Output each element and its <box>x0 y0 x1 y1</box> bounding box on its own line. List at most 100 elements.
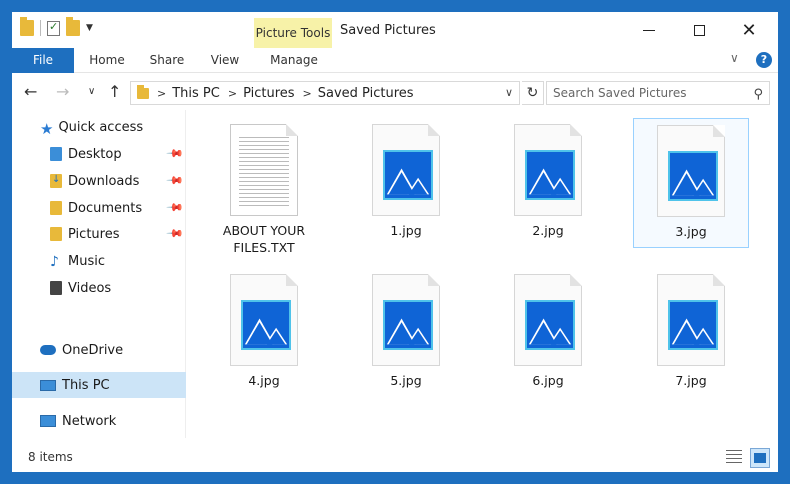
pin-icon[interactable]: 📌 <box>166 171 185 190</box>
toolbar-divider <box>40 20 41 36</box>
sidebar-item-videos[interactable]: Videos <box>12 275 186 301</box>
folder-icon <box>137 84 149 99</box>
picture-tools-contextual-tab: Picture Tools <box>254 18 332 48</box>
sidebar-item-label: Music <box>68 253 105 269</box>
search-placeholder: Search Saved Pictures <box>553 86 687 100</box>
pin-icon[interactable]: 📌 <box>166 144 185 163</box>
sidebar-item-label: Desktop <box>68 146 122 162</box>
forward-arrow-icon[interactable]: → <box>56 82 69 101</box>
image-file-icon <box>230 274 298 366</box>
file-name: ABOUT YOUR FILES.TXT <box>222 223 306 255</box>
properties-icon[interactable] <box>47 20 60 36</box>
sidebar-item-label: Downloads <box>68 173 140 189</box>
maximize-button[interactable] <box>676 18 722 42</box>
sidebar-item-music[interactable]: ♪ Music <box>12 248 186 274</box>
sidebar-item-onedrive[interactable]: OneDrive <box>12 337 186 363</box>
network-icon <box>40 415 56 427</box>
videos-folder-icon <box>50 281 62 295</box>
minimize-button[interactable] <box>626 18 672 42</box>
file-item-5-jpg[interactable]: 5.jpg <box>348 274 464 389</box>
tab-share[interactable]: Share <box>142 48 192 73</box>
address-history-chevron-down-icon[interactable]: ∨ <box>505 86 513 99</box>
sidebar-item-label: OneDrive <box>62 342 124 358</box>
breadcrumb-saved-pictures[interactable]: Saved Pictures <box>318 86 414 101</box>
tab-file[interactable]: File <box>12 48 74 73</box>
sidebar-item-label: Quick access <box>58 119 144 135</box>
large-icons-view-icon[interactable] <box>750 448 770 468</box>
sidebar-item-label: Pictures <box>68 226 120 242</box>
close-button[interactable]: ✕ <box>726 18 772 42</box>
sidebar-item-desktop[interactable]: Desktop 📌 <box>12 141 186 167</box>
image-file-icon <box>657 125 725 217</box>
file-name: 2.jpg <box>532 223 564 238</box>
help-icon[interactable]: ? <box>756 52 772 68</box>
pictures-folder-icon <box>50 227 62 241</box>
explorer-window: ▼ Picture Tools Saved Pictures ✕ File Ho… <box>12 12 778 472</box>
image-file-icon <box>514 124 582 216</box>
image-file-icon <box>372 274 440 366</box>
sidebar-item-label: This PC <box>62 377 110 393</box>
status-bar: 8 items <box>12 444 778 472</box>
sidebar-item-this-pc[interactable]: This PC <box>12 372 186 398</box>
file-item-7-jpg[interactable]: 7.jpg <box>633 274 749 389</box>
search-icon[interactable]: ⚲ <box>753 84 763 106</box>
close-icon: ✕ <box>741 19 757 41</box>
file-name: 5.jpg <box>390 373 422 388</box>
navigation-pane: ★ Quick access Desktop 📌 Downloads 📌 Doc… <box>12 110 186 438</box>
sidebar-item-quick-access[interactable]: ★ Quick access <box>12 114 186 140</box>
address-bar[interactable]: > This PC > Pictures > Saved Pictures ∨ <box>130 81 520 105</box>
documents-folder-icon <box>50 201 62 215</box>
minimize-icon <box>643 29 655 31</box>
file-name: 7.jpg <box>675 373 707 388</box>
sidebar-item-documents[interactable]: Documents 📌 <box>12 195 186 221</box>
file-view: ABOUT YOUR FILES.TXT 1.jpg 2.jpg 3.jpg 4 <box>190 112 778 438</box>
file-item-2-jpg[interactable]: 2.jpg <box>490 124 606 239</box>
new-folder-icon[interactable] <box>66 17 80 36</box>
file-name: 3.jpg <box>675 224 707 239</box>
file-name: 1.jpg <box>390 223 422 238</box>
expand-ribbon-chevron-down-icon[interactable]: ∨ <box>730 51 739 65</box>
customize-toolbar-chevron-down-icon[interactable]: ▼ <box>86 23 93 33</box>
chevron-right-icon[interactable]: > <box>303 87 312 100</box>
tab-view[interactable]: View <box>200 48 250 73</box>
tab-home[interactable]: Home <box>82 48 132 73</box>
desktop-folder-icon <box>50 147 62 161</box>
item-count: 8 items <box>28 450 73 464</box>
refresh-icon[interactable]: ↻ <box>522 81 544 105</box>
file-name: 4.jpg <box>248 373 280 388</box>
sidebar-item-label: Videos <box>68 280 112 296</box>
up-arrow-icon[interactable]: ↑ <box>108 82 121 101</box>
sidebar-item-downloads[interactable]: Downloads 📌 <box>12 168 186 194</box>
search-input[interactable]: Search Saved Pictures ⚲ <box>546 81 770 105</box>
pin-icon[interactable]: 📌 <box>166 224 185 243</box>
image-file-icon <box>657 274 725 366</box>
file-item-3-jpg[interactable]: 3.jpg <box>633 118 749 248</box>
file-item-1-jpg[interactable]: 1.jpg <box>348 124 464 239</box>
details-view-icon[interactable] <box>726 450 742 466</box>
quick-access-toolbar: ▼ <box>20 17 93 36</box>
file-item-6-jpg[interactable]: 6.jpg <box>490 274 606 389</box>
chevron-right-icon[interactable]: > <box>157 87 166 100</box>
back-arrow-icon[interactable]: ← <box>24 82 37 101</box>
sidebar-item-network[interactable]: Network <box>12 408 186 434</box>
navigation-bar: ← → ∨ ↑ > This PC > Pictures > Saved Pic… <box>12 74 778 110</box>
sidebar-item-pictures[interactable]: Pictures 📌 <box>12 221 186 247</box>
window-title: Saved Pictures <box>340 23 436 38</box>
sidebar-item-label: Network <box>62 413 117 429</box>
image-file-icon <box>514 274 582 366</box>
recent-locations-chevron-down-icon[interactable]: ∨ <box>88 86 95 97</box>
breadcrumb-pictures[interactable]: Pictures <box>243 86 294 101</box>
folder-icon <box>20 17 34 36</box>
file-name: 6.jpg <box>532 373 564 388</box>
chevron-right-icon[interactable]: > <box>228 87 237 100</box>
music-icon: ♪ <box>50 254 59 270</box>
pin-icon[interactable]: 📌 <box>166 198 185 217</box>
tab-manage[interactable]: Manage <box>264 48 324 73</box>
maximize-icon <box>693 24 705 36</box>
file-item-4-jpg[interactable]: 4.jpg <box>206 274 322 389</box>
breadcrumb-this-pc[interactable]: This PC <box>172 86 220 101</box>
downloads-folder-icon <box>50 174 62 188</box>
text-document-icon <box>230 124 298 216</box>
file-item-about-your-files[interactable]: ABOUT YOUR FILES.TXT <box>206 124 322 256</box>
star-icon: ★ <box>40 120 54 138</box>
